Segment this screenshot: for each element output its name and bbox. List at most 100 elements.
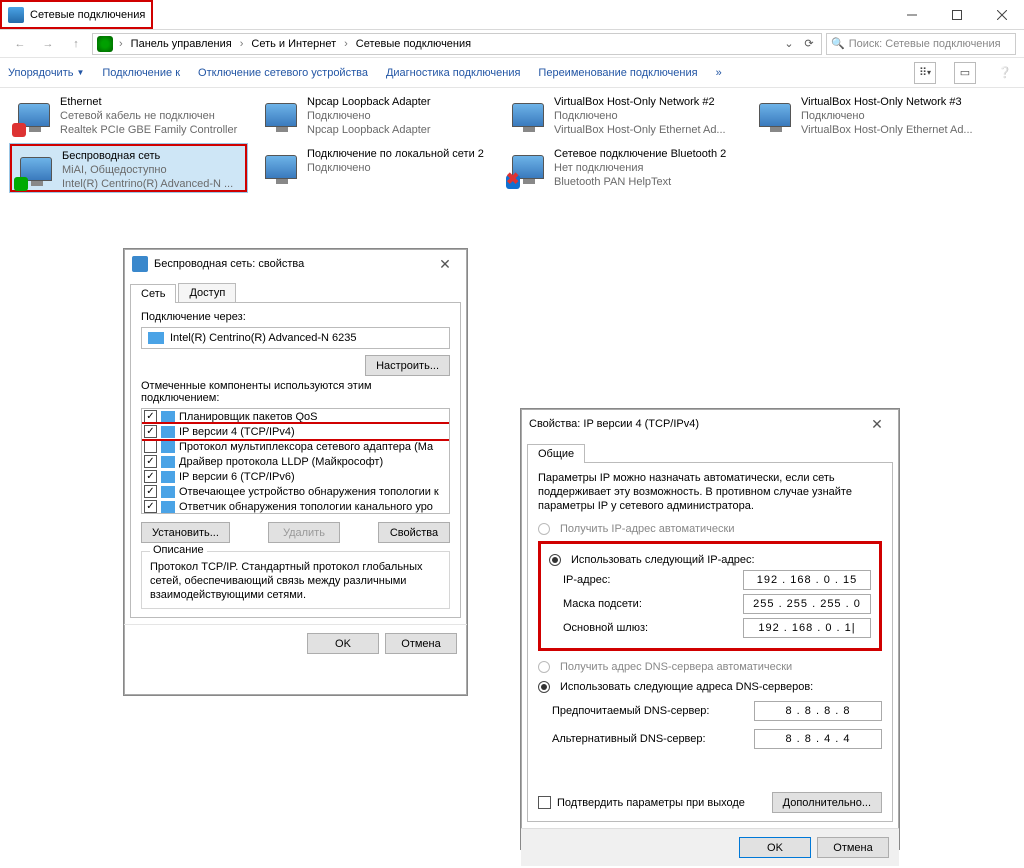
auto-ip-radio[interactable]: Получить IP-адрес автоматически: [538, 523, 882, 535]
use-ip-radio[interactable]: Использовать следующий IP-адрес:: [549, 554, 871, 566]
connect-to-button[interactable]: Подключение к: [102, 67, 180, 79]
advanced-button[interactable]: Дополнительно...: [772, 792, 882, 813]
description-group: Описание Протокол TCP/IP. Стандартный пр…: [141, 551, 450, 609]
component-row[interactable]: ✓Ответчик обнаружения топологии канально…: [142, 499, 449, 514]
nav-up-button[interactable]: ↑: [64, 32, 88, 56]
connection-name: Сетевое подключение Bluetooth 2: [554, 147, 726, 161]
checkbox-icon[interactable]: ✓: [144, 500, 157, 513]
connection-icon: ✖: [508, 147, 548, 187]
use-dns-radio[interactable]: Использовать следующие адреса DNS-сервер…: [538, 681, 882, 693]
component-row[interactable]: ✓Отвечающее устройство обнаружения топол…: [142, 484, 449, 499]
connection-status: Подключено: [307, 161, 484, 175]
breadcrumb-dropdown[interactable]: ⌄: [781, 37, 797, 50]
dialog-titlebar[interactable]: Беспроводная сеть: свойства ✕: [124, 249, 467, 279]
nav-forward-button[interactable]: →: [36, 32, 60, 56]
component-icon: [161, 471, 175, 483]
diagnose-button[interactable]: Диагностика подключения: [386, 67, 520, 79]
components-list[interactable]: ✓ Планировщик пакетов QoS✓IP версии 4 (TC…: [141, 408, 450, 514]
connection-item[interactable]: VirtualBox Host-Only Network #2Подключен…: [504, 92, 741, 140]
component-icon: [161, 426, 175, 438]
component-row[interactable]: ✓IP версии 4 (TCP/IPv4): [142, 424, 449, 439]
description-text: Протокол TCP/IP. Стандартный протокол гл…: [150, 560, 441, 602]
connection-text: VirtualBox Host-Only Network #2Подключен…: [554, 95, 726, 137]
maximize-button[interactable]: [934, 0, 979, 30]
component-row[interactable]: Протокол мультиплексора сетевого адаптер…: [142, 439, 449, 454]
dns2-input[interactable]: 8 . 8 . 4 . 4: [754, 729, 882, 749]
connection-item[interactable]: Подключение по локальной сети 2Подключен…: [257, 144, 494, 192]
component-row[interactable]: ✓ IP версии 6 (TCP/IPv6): [142, 469, 449, 484]
close-icon[interactable]: ✕: [431, 252, 459, 276]
radio-icon: [538, 661, 550, 673]
refresh-button[interactable]: ⟳: [799, 37, 819, 50]
adapter-icon: [132, 256, 148, 272]
connection-icon: [14, 95, 54, 135]
checkbox-icon[interactable]: ✓: [144, 485, 157, 498]
connection-name: VirtualBox Host-Only Network #3: [801, 95, 973, 109]
component-label: Планировщик пакетов QoS: [179, 411, 318, 423]
connection-item[interactable]: EthernetСетевой кабель не подключенRealt…: [10, 92, 247, 140]
component-row[interactable]: ✓ Планировщик пакетов QoS: [142, 409, 449, 424]
toolbar-overflow[interactable]: »: [716, 67, 722, 79]
ok-button[interactable]: OK: [739, 837, 811, 858]
connection-name: Беспроводная сеть: [62, 149, 233, 163]
checkbox-icon[interactable]: ✓: [144, 470, 157, 483]
gateway-label: Основной шлюз:: [563, 622, 648, 634]
component-label: IP версии 6 (TCP/IPv6): [179, 471, 295, 483]
checkbox-icon[interactable]: ✓: [144, 425, 157, 438]
confirm-on-exit-checkbox[interactable]: Подтвердить параметры при выходе: [538, 796, 745, 809]
connection-item[interactable]: VirtualBox Host-Only Network #3Подключен…: [751, 92, 988, 140]
connection-item[interactable]: Беспроводная сетьMiAI, ОбщедоступноIntel…: [10, 144, 247, 192]
cancel-button[interactable]: Отмена: [385, 633, 457, 654]
rename-button[interactable]: Переименование подключения: [538, 67, 697, 79]
ok-button[interactable]: OK: [307, 633, 379, 654]
connection-item[interactable]: ✖Сетевое подключение Bluetooth 2Нет подк…: [504, 144, 741, 192]
minimize-button[interactable]: [889, 0, 934, 30]
connection-device: Realtek PCIe GBE Family Controller: [60, 123, 237, 137]
properties-button[interactable]: Свойства: [378, 522, 450, 543]
uninstall-button[interactable]: Удалить: [268, 522, 340, 543]
error-x-icon: ✖: [506, 169, 519, 189]
connections-list: EthernetСетевой кабель не подключенRealt…: [0, 88, 1024, 196]
status-badge-icon: [14, 177, 28, 191]
nav-back-button[interactable]: ←: [8, 32, 32, 56]
connection-name: Подключение по локальной сети 2: [307, 147, 484, 161]
search-input[interactable]: 🔍 Поиск: Сетевые подключения: [826, 33, 1016, 55]
organize-menu[interactable]: Упорядочить▼: [8, 67, 84, 79]
nic-icon: [148, 332, 164, 344]
auto-dns-radio[interactable]: Получить адрес DNS-сервера автоматически: [538, 661, 882, 673]
breadcrumb-item[interactable]: Сетевые подключения: [352, 38, 475, 50]
help-button[interactable]: ❔: [994, 62, 1016, 84]
checkbox-icon[interactable]: ✓: [144, 410, 157, 423]
configure-button[interactable]: Настроить...: [365, 355, 450, 376]
dns1-input[interactable]: 8 . 8 . 8 . 8: [754, 701, 882, 721]
adapter-name: Intel(R) Centrino(R) Advanced-N 6235: [170, 332, 356, 344]
breadcrumb[interactable]: › Панель управления › Сеть и Интернет › …: [92, 33, 822, 55]
tab-access[interactable]: Доступ: [178, 283, 236, 302]
close-button[interactable]: [979, 0, 1024, 30]
connection-icon: [16, 149, 56, 189]
connection-icon: [261, 147, 301, 187]
install-button[interactable]: Установить...: [141, 522, 230, 543]
connection-device: Intel(R) Centrino(R) Advanced-N ...: [62, 177, 233, 191]
search-placeholder: Поиск: Сетевые подключения: [849, 38, 1001, 50]
description-label: Описание: [150, 544, 207, 556]
breadcrumb-item[interactable]: Панель управления: [127, 38, 236, 50]
checkbox-icon[interactable]: [144, 440, 157, 453]
subnet-mask-input[interactable]: 255 . 255 . 255 . 0: [743, 594, 871, 614]
component-row[interactable]: ✓Драйвер протокола LLDP (Майкрософт): [142, 454, 449, 469]
breadcrumb-item[interactable]: Сеть и Интернет: [247, 38, 340, 50]
disable-device-button[interactable]: Отключение сетевого устройства: [198, 67, 368, 79]
preview-pane-button[interactable]: ▭: [954, 62, 976, 84]
tab-general[interactable]: Общие: [527, 444, 585, 463]
tab-network[interactable]: Сеть: [130, 284, 176, 303]
close-icon[interactable]: ✕: [863, 412, 891, 436]
status-badge-icon: [12, 123, 26, 137]
ip-address-input[interactable]: 192 . 168 . 0 . 15: [743, 570, 871, 590]
gateway-input[interactable]: 192 . 168 . 0 . 1|: [743, 618, 871, 638]
dialog-titlebar[interactable]: Свойства: IP версии 4 (TCP/IPv4) ✕: [521, 409, 899, 439]
connection-device: Npcap Loopback Adapter: [307, 123, 431, 137]
connection-item[interactable]: Npcap Loopback AdapterПодключеноNpcap Lo…: [257, 92, 494, 140]
view-options-button[interactable]: ⠿▾: [914, 62, 936, 84]
cancel-button[interactable]: Отмена: [817, 837, 889, 858]
checkbox-icon[interactable]: ✓: [144, 455, 157, 468]
